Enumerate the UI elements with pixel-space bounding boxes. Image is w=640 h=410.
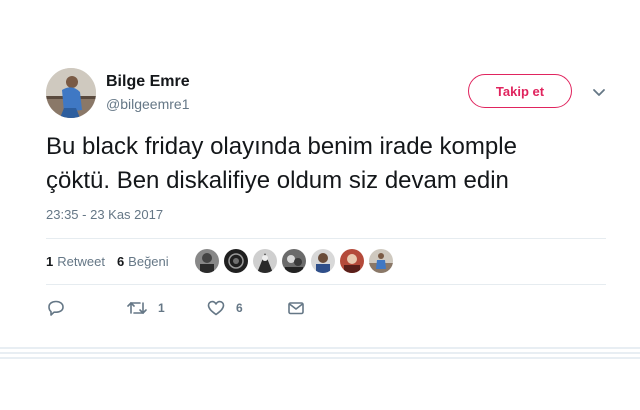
tweet-text: Bu black friday olayında benim irade kom… bbox=[46, 130, 616, 198]
likes-stat[interactable]: 6 Beğeni bbox=[117, 254, 169, 269]
liker-avatar[interactable] bbox=[282, 249, 306, 273]
reply-button[interactable] bbox=[46, 298, 126, 318]
retweet-icon bbox=[127, 302, 147, 314]
retweet-stat-count: 1 bbox=[46, 254, 54, 269]
liker-avatar[interactable] bbox=[311, 249, 335, 273]
divider bbox=[46, 238, 606, 239]
likes-stat-label: Beğeni bbox=[128, 254, 169, 269]
like-button[interactable]: 6 bbox=[206, 298, 286, 318]
tweet-timestamp[interactable]: 23:35 - 23 Kas 2017 bbox=[46, 207, 163, 222]
retweet-stat[interactable]: 1 Retweet bbox=[46, 254, 105, 269]
tweet-text-line-1: Bu black friday olayında benim irade kom… bbox=[46, 133, 517, 160]
liker-avatars bbox=[195, 249, 393, 273]
card-bottom-edge bbox=[0, 347, 640, 362]
avatar[interactable] bbox=[46, 68, 96, 118]
follow-button[interactable]: Takip et bbox=[468, 74, 572, 108]
user-handle[interactable]: @bilgeemre1 bbox=[106, 96, 189, 112]
liker-avatar[interactable] bbox=[340, 249, 364, 273]
like-count: 6 bbox=[236, 301, 243, 315]
liker-avatar[interactable] bbox=[253, 249, 277, 273]
divider bbox=[46, 284, 606, 285]
heart-icon bbox=[207, 300, 225, 316]
likes-stat-count: 6 bbox=[116, 254, 125, 269]
tweet-text-line-2: çöktü. Ben diskalifiye oldum siz devam e… bbox=[46, 167, 509, 194]
direct-message-button[interactable] bbox=[286, 298, 306, 318]
liker-avatar[interactable] bbox=[369, 249, 393, 273]
reply-icon bbox=[48, 300, 64, 316]
envelope-icon bbox=[288, 302, 304, 315]
retweet-count: 1 bbox=[158, 301, 165, 315]
retweet-button[interactable]: 1 bbox=[126, 298, 206, 318]
tweet-stats: 1 Retweet 6 Beğeni bbox=[46, 254, 169, 269]
chevron-down-icon[interactable] bbox=[590, 83, 608, 101]
liker-avatar[interactable] bbox=[224, 249, 248, 273]
tweet-actions: 1 6 bbox=[46, 298, 306, 318]
user-display-name[interactable]: Bilge Emre bbox=[106, 73, 190, 91]
liker-avatar[interactable] bbox=[195, 249, 219, 273]
avatar-image bbox=[46, 68, 96, 118]
retweet-stat-label: Retweet bbox=[57, 254, 105, 269]
